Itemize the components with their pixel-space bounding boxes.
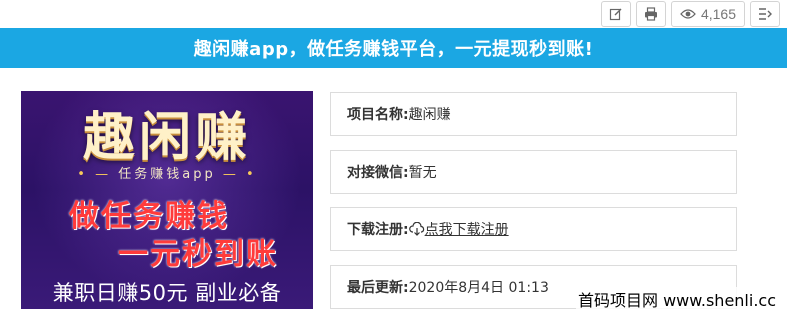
- view-count-button[interactable]: 4,165: [670, 1, 745, 27]
- info-row-name: 项目名称: 趣闲赚: [330, 92, 737, 136]
- post-toolbar: 4,165: [600, 1, 780, 27]
- updated-label: 最后更新:: [347, 280, 409, 296]
- info-row-wechat: 对接微信: 暂无: [330, 150, 737, 194]
- poster-bottom-text: 兼职日赚50元 副业必备: [52, 281, 282, 305]
- info-row-download: 下载注册: 点我下载注册: [330, 207, 737, 251]
- list-button[interactable]: [750, 1, 780, 27]
- poster-title: 趣闲赚: [82, 107, 251, 168]
- poster-dot-left: • —: [77, 167, 112, 182]
- project-name-label: 项目名称:: [347, 107, 409, 123]
- download-link[interactable]: 点我下载注册: [408, 219, 509, 239]
- print-button[interactable]: [635, 1, 666, 27]
- list-arrow-icon: [759, 8, 772, 20]
- cloud-download-icon: [408, 222, 424, 236]
- edit-button[interactable]: [600, 1, 631, 27]
- banner-title: 趣闲赚app，做任务赚钱平台，一元提现秒到账!: [193, 39, 594, 60]
- poster-dot-right: — •: [222, 167, 257, 182]
- wechat-label: 对接微信:: [347, 165, 409, 181]
- wechat-value: 暂无: [408, 165, 437, 181]
- download-label: 下载注册:: [347, 222, 409, 238]
- download-link-text: 点我下载注册: [424, 222, 509, 238]
- app-poster-image: 趣闲赚 • — 任务赚钱app — • 做任务赚钱 一元秒到账 兼职日赚50元 …: [21, 91, 313, 309]
- view-count: 4,165: [700, 6, 736, 22]
- updated-value: 2020年8月4日 01:13: [408, 280, 549, 296]
- poster-subtitle-text: 任务赚钱app: [118, 167, 216, 182]
- poster-subtitle: • — 任务赚钱app — •: [21, 163, 313, 182]
- print-icon: [644, 7, 657, 21]
- poster-slogan-2: 一元秒到账: [118, 237, 278, 272]
- edit-icon: [609, 8, 622, 21]
- title-banner: 趣闲赚app，做任务赚钱平台，一元提现秒到账!: [0, 28, 787, 68]
- site-watermark: 首码项目网 www.shenli.cc: [576, 287, 778, 311]
- eye-icon: [680, 9, 696, 19]
- project-name-value: 趣闲赚: [408, 107, 451, 123]
